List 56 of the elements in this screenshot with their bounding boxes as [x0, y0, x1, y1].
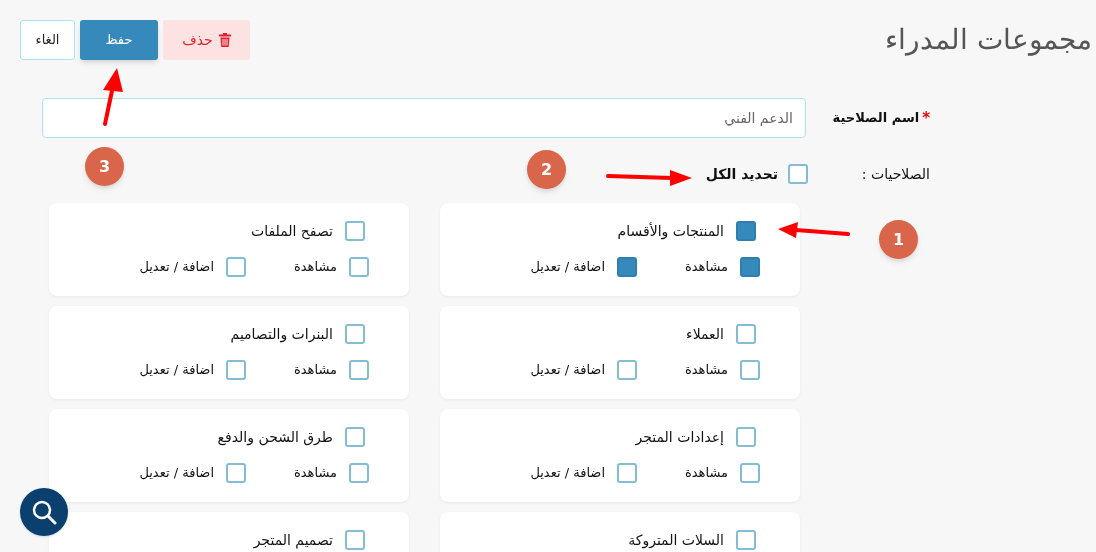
search-button[interactable]: [20, 488, 68, 536]
permission-title: المنتجات والأقسام: [617, 221, 724, 242]
option-label: اضافة / تعديل: [139, 361, 214, 380]
checkbox[interactable]: [226, 463, 246, 483]
checkbox[interactable]: [349, 360, 369, 380]
checkbox[interactable]: [226, 257, 246, 277]
permission-title: طرق الشحن والدفع: [217, 427, 333, 448]
option-label: اضافة / تعديل: [530, 464, 605, 483]
permissions-label: الصلاحيات :: [860, 164, 930, 184]
option-label: اضافة / تعديل: [139, 464, 214, 483]
permission-title: تصميم المتجر: [253, 530, 333, 551]
option-label: مشاهدة: [294, 361, 337, 380]
checkbox[interactable]: [617, 360, 637, 380]
search-icon: [31, 499, 57, 525]
checkbox[interactable]: [736, 427, 756, 447]
option-label: اضافة / تعديل: [530, 361, 605, 380]
checkbox[interactable]: [740, 463, 760, 483]
checkbox[interactable]: [345, 221, 365, 241]
save-button[interactable]: حفظ: [80, 20, 158, 60]
checkbox[interactable]: [226, 360, 246, 380]
checkbox[interactable]: [736, 530, 756, 550]
page-title: مجموعات المدراء: [885, 26, 1092, 54]
permission-title: إعدادات المتجر: [635, 427, 724, 448]
checkbox[interactable]: [736, 221, 756, 241]
checkbox[interactable]: [740, 360, 760, 380]
select-all-label: تحديد الكل: [705, 164, 778, 184]
name-input[interactable]: الدعم الفني: [42, 98, 806, 138]
permission-title: البنرات والتصاميم: [230, 324, 333, 345]
permission-title: السلات المتروكة: [628, 530, 724, 551]
permission-title: تصفح الملفات: [250, 221, 333, 242]
option-label: مشاهدة: [294, 258, 337, 277]
cancel-button[interactable]: الغاء: [20, 20, 75, 60]
checkbox[interactable]: [345, 427, 365, 447]
required-asterisk: *: [922, 107, 930, 129]
checkbox[interactable]: [736, 324, 756, 344]
checkbox[interactable]: [345, 324, 365, 344]
checkbox[interactable]: [788, 164, 808, 184]
option-label: اضافة / تعديل: [139, 258, 214, 277]
option-label: مشاهدة: [685, 361, 728, 380]
step-number-badge: 2: [527, 150, 566, 189]
checkbox[interactable]: [740, 257, 760, 277]
trash-icon: [218, 33, 231, 47]
checkbox[interactable]: [617, 257, 637, 277]
field-label: اسم الصلاحية: [832, 109, 920, 128]
option-label: مشاهدة: [685, 258, 728, 277]
step-number-badge: 1: [879, 220, 918, 259]
permission-title: العملاء: [686, 324, 724, 344]
option-label: مشاهدة: [294, 464, 337, 483]
option-label: اضافة / تعديل: [530, 258, 605, 277]
checkbox[interactable]: [345, 530, 365, 550]
checkbox[interactable]: [349, 257, 369, 277]
delete-button[interactable]: حذف: [163, 20, 250, 60]
checkbox[interactable]: [349, 463, 369, 483]
checkbox[interactable]: [617, 463, 637, 483]
step-number-badge: 3: [85, 147, 124, 186]
option-label: مشاهدة: [685, 464, 728, 483]
